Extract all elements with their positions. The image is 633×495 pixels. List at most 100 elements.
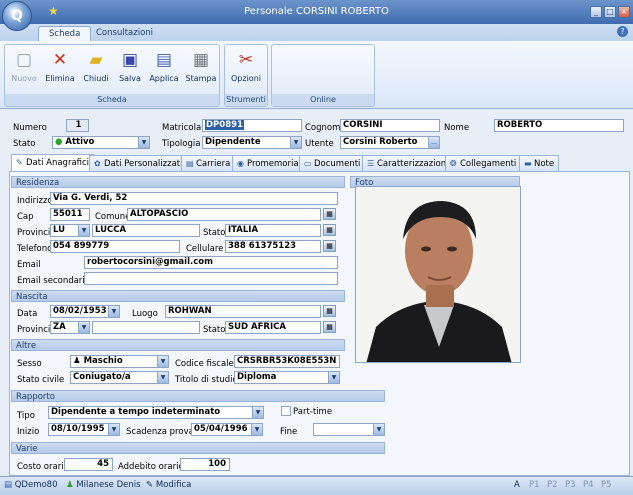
lookup-icon[interactable]: ▦ xyxy=(323,208,336,220)
chevron-down-icon[interactable]: ▼ xyxy=(252,407,263,418)
lookup-icon[interactable]: … xyxy=(428,137,439,148)
chevron-down-icon[interactable]: ▼ xyxy=(157,372,168,383)
cognome-field[interactable]: CORSINI xyxy=(340,119,440,132)
maximize-button[interactable]: □ xyxy=(604,6,616,18)
cf-field[interactable]: CRSRBR53K08E553N xyxy=(234,355,340,368)
lookup-icon[interactable]: ▦ xyxy=(323,305,336,317)
tab-scheda[interactable]: Scheda xyxy=(38,26,92,41)
tipo-select[interactable]: Dipendente a tempo indeterminato ▼ xyxy=(48,406,264,419)
minimize-button[interactable]: _ xyxy=(590,6,602,18)
provincia-nascita-nome-field[interactable] xyxy=(92,321,200,334)
cap-field[interactable]: 55011 xyxy=(50,208,90,221)
star-icon[interactable]: ★ xyxy=(48,4,59,18)
scadenza-field[interactable]: 05/04/1996 ▼ xyxy=(191,423,263,436)
stato-nascita-label: Stato xyxy=(203,325,226,335)
section-rapporto: Rapporto xyxy=(11,390,385,402)
note-icon: ▬ xyxy=(524,159,532,168)
chevron-down-icon[interactable]: ▼ xyxy=(328,372,339,383)
lookup-icon[interactable]: ▦ xyxy=(323,321,336,333)
indirizzo-label: Indirizzo xyxy=(17,196,53,206)
calendar-dropdown-icon[interactable]: ▼ xyxy=(373,424,384,435)
elimina-button[interactable]: ✕ Elimina xyxy=(44,49,76,83)
chevron-down-icon[interactable]: ▼ xyxy=(78,322,89,333)
parttime-label: Part-time xyxy=(293,407,333,417)
calendar-dropdown-icon[interactable]: ▼ xyxy=(108,424,119,435)
utente-field[interactable]: Corsini Roberto… xyxy=(340,136,440,149)
stato-label: Stato xyxy=(13,139,36,149)
lookup-icon[interactable]: ▦ xyxy=(323,240,336,252)
telefono-field[interactable]: 054 899779 xyxy=(50,240,180,253)
folder-close-icon: ▰ xyxy=(89,50,103,70)
email-field[interactable]: robertocorsini@gmail.com xyxy=(84,256,338,269)
costo-field[interactable]: 45 xyxy=(64,458,113,471)
chevron-down-icon[interactable]: ▼ xyxy=(78,225,89,236)
fine-field[interactable]: ▼ xyxy=(313,423,385,436)
status-mode: ✎ Modifica xyxy=(146,480,192,490)
email2-field[interactable] xyxy=(84,272,338,285)
titolo-select[interactable]: Diploma ▼ xyxy=(234,371,340,384)
employee-photo[interactable] xyxy=(355,186,521,363)
chevron-down-icon[interactable]: ▼ xyxy=(138,137,149,148)
tab-documenti[interactable]: ▭ Documenti xyxy=(299,155,366,171)
new-document-icon: ▢ xyxy=(15,50,33,70)
parttime-checkbox[interactable] xyxy=(281,406,291,416)
sesso-select[interactable]: ♟ Maschio ▼ xyxy=(70,355,169,368)
reminder-icon: ◉ xyxy=(237,159,244,168)
comune-field[interactable]: ALTOPASCIO xyxy=(127,208,321,221)
provincia-nome-field[interactable]: LUCCA xyxy=(92,224,200,237)
calendar-dropdown-icon[interactable]: ▼ xyxy=(108,306,119,317)
tab-note[interactable]: ▬ Note xyxy=(519,155,560,171)
tipologia-select[interactable]: Dipendente ▼ xyxy=(202,136,302,149)
indirizzo-field[interactable]: Via G. Verdi, 52 xyxy=(50,192,338,205)
edit-icon: ✎ xyxy=(16,158,23,167)
applica-button[interactable]: ▤ Applica xyxy=(148,49,180,83)
tab-dati-anagrafici[interactable]: ✎ Dati Anagrafici xyxy=(11,154,95,171)
chevron-down-icon[interactable]: ▼ xyxy=(290,137,301,148)
career-icon: ▤ xyxy=(186,159,194,168)
close-button[interactable]: × xyxy=(618,6,630,18)
help-icon[interactable]: ? xyxy=(617,26,628,37)
chevron-down-icon[interactable]: ▼ xyxy=(157,356,168,367)
costo-label: Costo orario xyxy=(17,462,69,472)
stato-select[interactable]: ● Attivo ▼ xyxy=(52,136,150,149)
data-nascita-label: Data xyxy=(17,309,38,319)
stampa-button[interactable]: ▦ Stampa xyxy=(185,49,217,83)
calendar-dropdown-icon[interactable]: ▼ xyxy=(251,424,262,435)
tab-caratterizzazioni[interactable]: ☰ Caratterizzazioni xyxy=(362,155,454,171)
matricola-field[interactable]: DP0891 xyxy=(202,119,302,132)
matricola-label: Matricola xyxy=(162,123,202,133)
tipologia-label: Tipologia xyxy=(162,139,201,149)
inizio-field[interactable]: 08/10/1995 ▼ xyxy=(48,423,120,436)
chiudi-button[interactable]: ▰ Chiudi xyxy=(80,49,112,83)
addebito-label: Addebito orario xyxy=(118,462,184,472)
numero-field[interactable]: 1 xyxy=(66,119,89,132)
ribbon: ▢ Nuovo ✕ Elimina ▰ Chiudi ▣ Salva ▤ Applica … xyxy=(0,41,633,109)
tab-dati-personalizzati[interactable]: ✿ Dati Personalizzati xyxy=(89,155,188,171)
tab-consultazioni[interactable]: Consultazioni xyxy=(86,26,163,41)
status-panel-p5: P5 xyxy=(601,480,612,490)
provincia-select[interactable]: LU ▼ xyxy=(50,224,90,237)
data-nascita-field[interactable]: 08/02/1953 ▼ xyxy=(50,305,120,318)
stato-civile-select[interactable]: Coniugato/a ▼ xyxy=(70,371,169,384)
delete-icon: ✕ xyxy=(52,50,68,70)
salva-button[interactable]: ▣ Salva xyxy=(114,49,146,83)
nome-field[interactable]: ROBERTO xyxy=(494,119,624,132)
stato-res-field[interactable]: ITALIA xyxy=(225,224,321,237)
tab-promemoria[interactable]: ◉ Promemoria xyxy=(232,155,304,171)
tab-carriera[interactable]: ▤ Carriera xyxy=(181,155,236,171)
link-icon: ❂ xyxy=(450,159,457,168)
stato-nascita-field[interactable]: SUD AFRICA xyxy=(225,321,321,334)
provincia-nascita-select[interactable]: ZA ▼ xyxy=(50,321,90,334)
tab-collegamenti[interactable]: ❂ Collegamenti xyxy=(445,155,522,171)
app-menu-orb-icon[interactable]: Q xyxy=(2,1,32,31)
lookup-icon[interactable]: ▦ xyxy=(323,224,336,236)
luogo-field[interactable]: ROHWAN xyxy=(165,305,321,318)
database-icon: ▤ xyxy=(4,480,13,490)
printer-icon: ▦ xyxy=(192,50,210,70)
group-label-online: Online xyxy=(272,94,374,106)
nuovo-button[interactable]: ▢ Nuovo xyxy=(8,49,40,83)
inizio-label: Inizio xyxy=(17,427,40,437)
opzioni-button[interactable]: ✂ Opzioni xyxy=(230,49,262,83)
addebito-field[interactable]: 100 xyxy=(180,458,230,471)
cellulare-field[interactable]: 388 61375123 xyxy=(225,240,321,253)
